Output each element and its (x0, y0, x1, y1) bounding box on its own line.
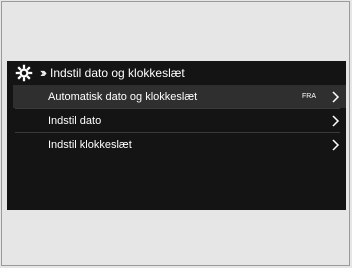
menu-item-label: Indstil klokkeslæt (48, 138, 132, 151)
double-chevron-icon: ››› (40, 65, 47, 80)
menu-item-label: Automatisk dato og klokkeslæt (48, 90, 198, 103)
settings-header: ››› Indstil dato og klokkeslæt (7, 61, 346, 84)
gear-icon (15, 64, 33, 81)
page-title: Indstil dato og klokkeslæt (50, 65, 185, 80)
chevron-right-icon (332, 114, 340, 127)
menu-item-label: Indstil dato (48, 114, 102, 127)
chevron-right-icon (332, 138, 340, 151)
menu-item-set-time[interactable]: Indstil klokkeslæt (13, 133, 346, 156)
menu-item-automatic-datetime[interactable]: Automatisk dato og klokkeslæt FRA (13, 85, 346, 108)
status-value: FRA (302, 93, 316, 100)
settings-screen: ››› Indstil dato og klokkeslæt Automatis… (7, 61, 346, 210)
chevron-right-icon (332, 90, 340, 103)
menu-item-set-date[interactable]: Indstil dato (13, 109, 346, 132)
